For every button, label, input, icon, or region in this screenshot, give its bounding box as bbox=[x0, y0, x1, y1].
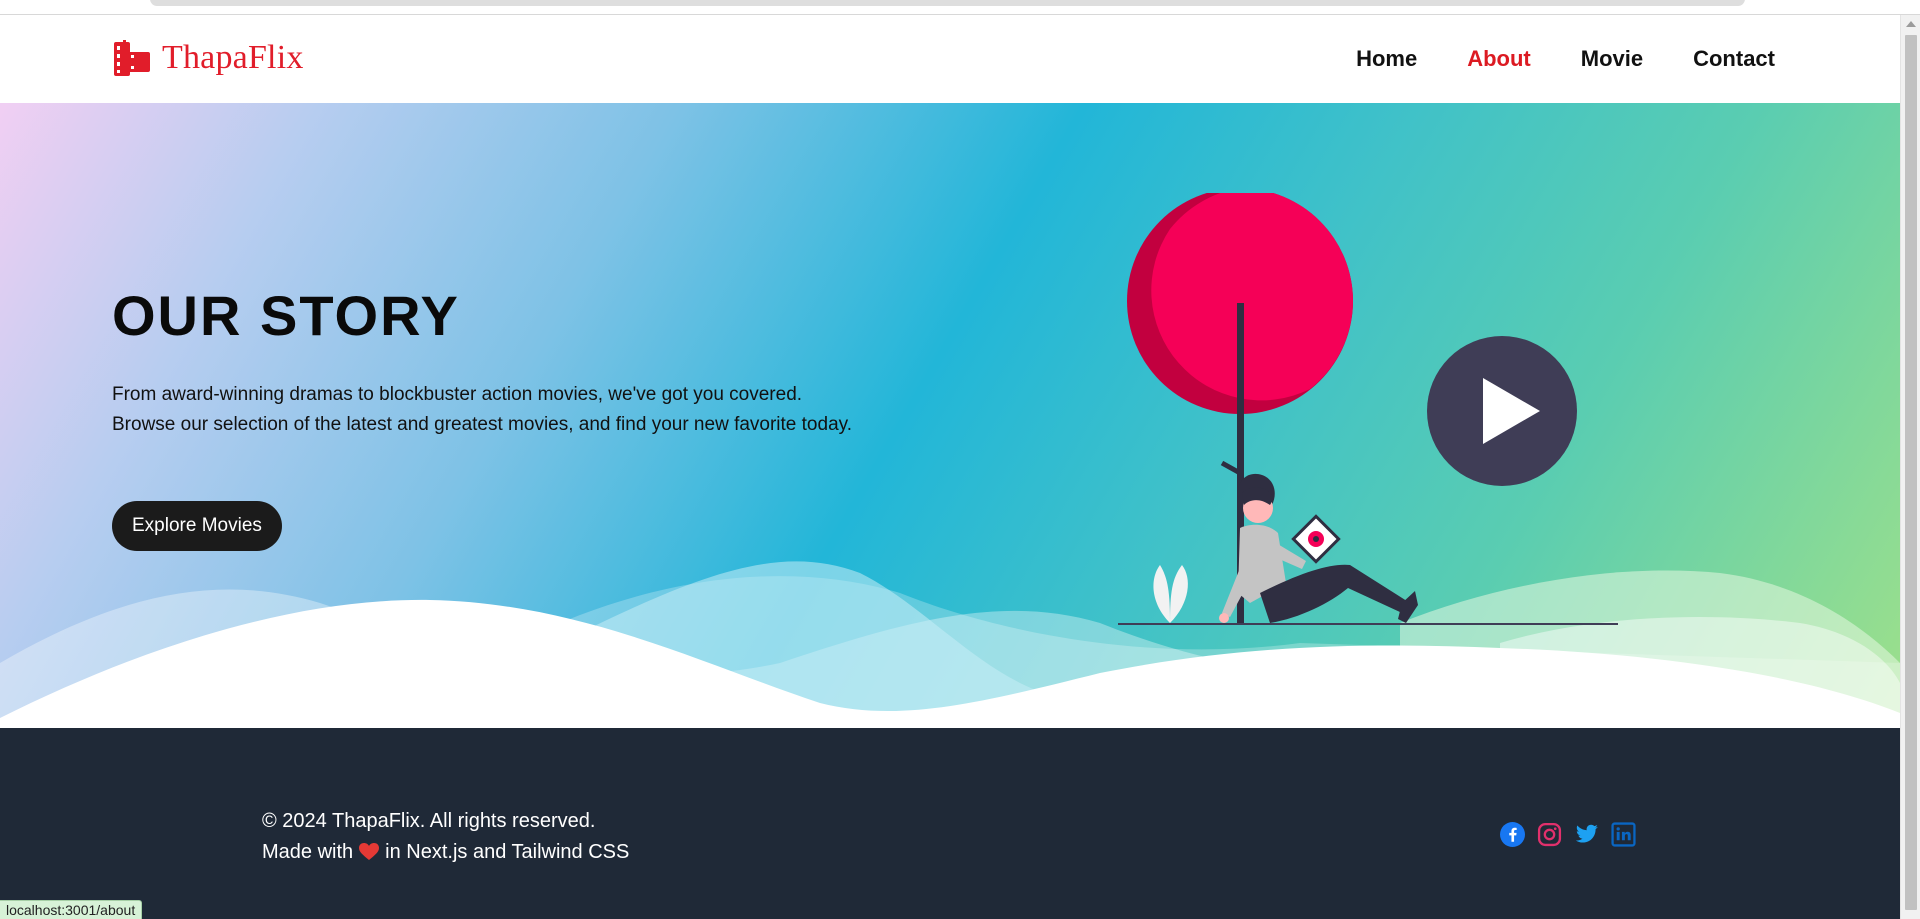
facebook-icon[interactable] bbox=[1500, 822, 1525, 847]
page-scrollbar[interactable] bbox=[1900, 15, 1920, 919]
made-with-suffix: in Next.js and Tailwind CSS bbox=[385, 841, 630, 863]
hero-title: OUR STORY bbox=[112, 284, 460, 347]
link-status-bar: localhost:3001/about bbox=[0, 900, 143, 919]
hero-section: OUR STORY From award-winning dramas to b… bbox=[0, 103, 1900, 728]
explore-movies-button[interactable]: Explore Movies bbox=[112, 501, 282, 551]
site-header: ThapaFlix Home About Movie Contact bbox=[0, 16, 1900, 103]
film-reel-icon bbox=[114, 40, 150, 76]
footer-copyright: © 2024 ThapaFlix. All rights reserved. bbox=[262, 810, 596, 832]
reading-woman-illustration bbox=[1219, 473, 1418, 623]
brand-logo[interactable]: ThapaFlix bbox=[112, 38, 304, 78]
footer-text: © 2024 ThapaFlix. All rights reserved. M… bbox=[262, 806, 629, 868]
heart-icon bbox=[359, 843, 380, 860]
nav-contact-link[interactable]: Contact bbox=[1693, 46, 1775, 72]
instagram-icon[interactable] bbox=[1537, 822, 1562, 847]
main-nav: Home About Movie Contact bbox=[1356, 46, 1775, 72]
nav-about-link[interactable]: About bbox=[1467, 46, 1531, 72]
linkedin-icon[interactable] bbox=[1611, 822, 1636, 847]
page: ThapaFlix Home About Movie Contact OUR S… bbox=[0, 0, 1920, 919]
hero-description: From award-winning dramas to blockbuster… bbox=[112, 380, 932, 440]
hero-description-line-1: From award-winning dramas to blockbuster… bbox=[112, 384, 803, 405]
nav-movie-link[interactable]: Movie bbox=[1581, 46, 1643, 72]
hero-illustration bbox=[1118, 193, 1618, 625]
footer-made-with: Made with in Next.js and Tailwind CSS bbox=[262, 837, 629, 868]
scroll-up-arrow-icon[interactable] bbox=[1906, 21, 1916, 27]
made-with-prefix: Made with bbox=[262, 841, 354, 863]
nav-home-link[interactable]: Home bbox=[1356, 46, 1417, 72]
play-button-icon[interactable] bbox=[1427, 336, 1577, 486]
brand-name: ThapaFlix bbox=[162, 39, 304, 76]
hero-description-line-2: Browse our selection of the latest and g… bbox=[112, 414, 852, 435]
site-footer: © 2024 ThapaFlix. All rights reserved. M… bbox=[0, 728, 1900, 919]
browser-address-pill[interactable] bbox=[150, 0, 1745, 6]
plant-illustration bbox=[1153, 565, 1188, 623]
social-links bbox=[1500, 822, 1636, 847]
browser-strip bbox=[0, 0, 1920, 15]
twitter-icon[interactable] bbox=[1574, 822, 1599, 847]
scrollbar-thumb[interactable] bbox=[1905, 35, 1917, 910]
